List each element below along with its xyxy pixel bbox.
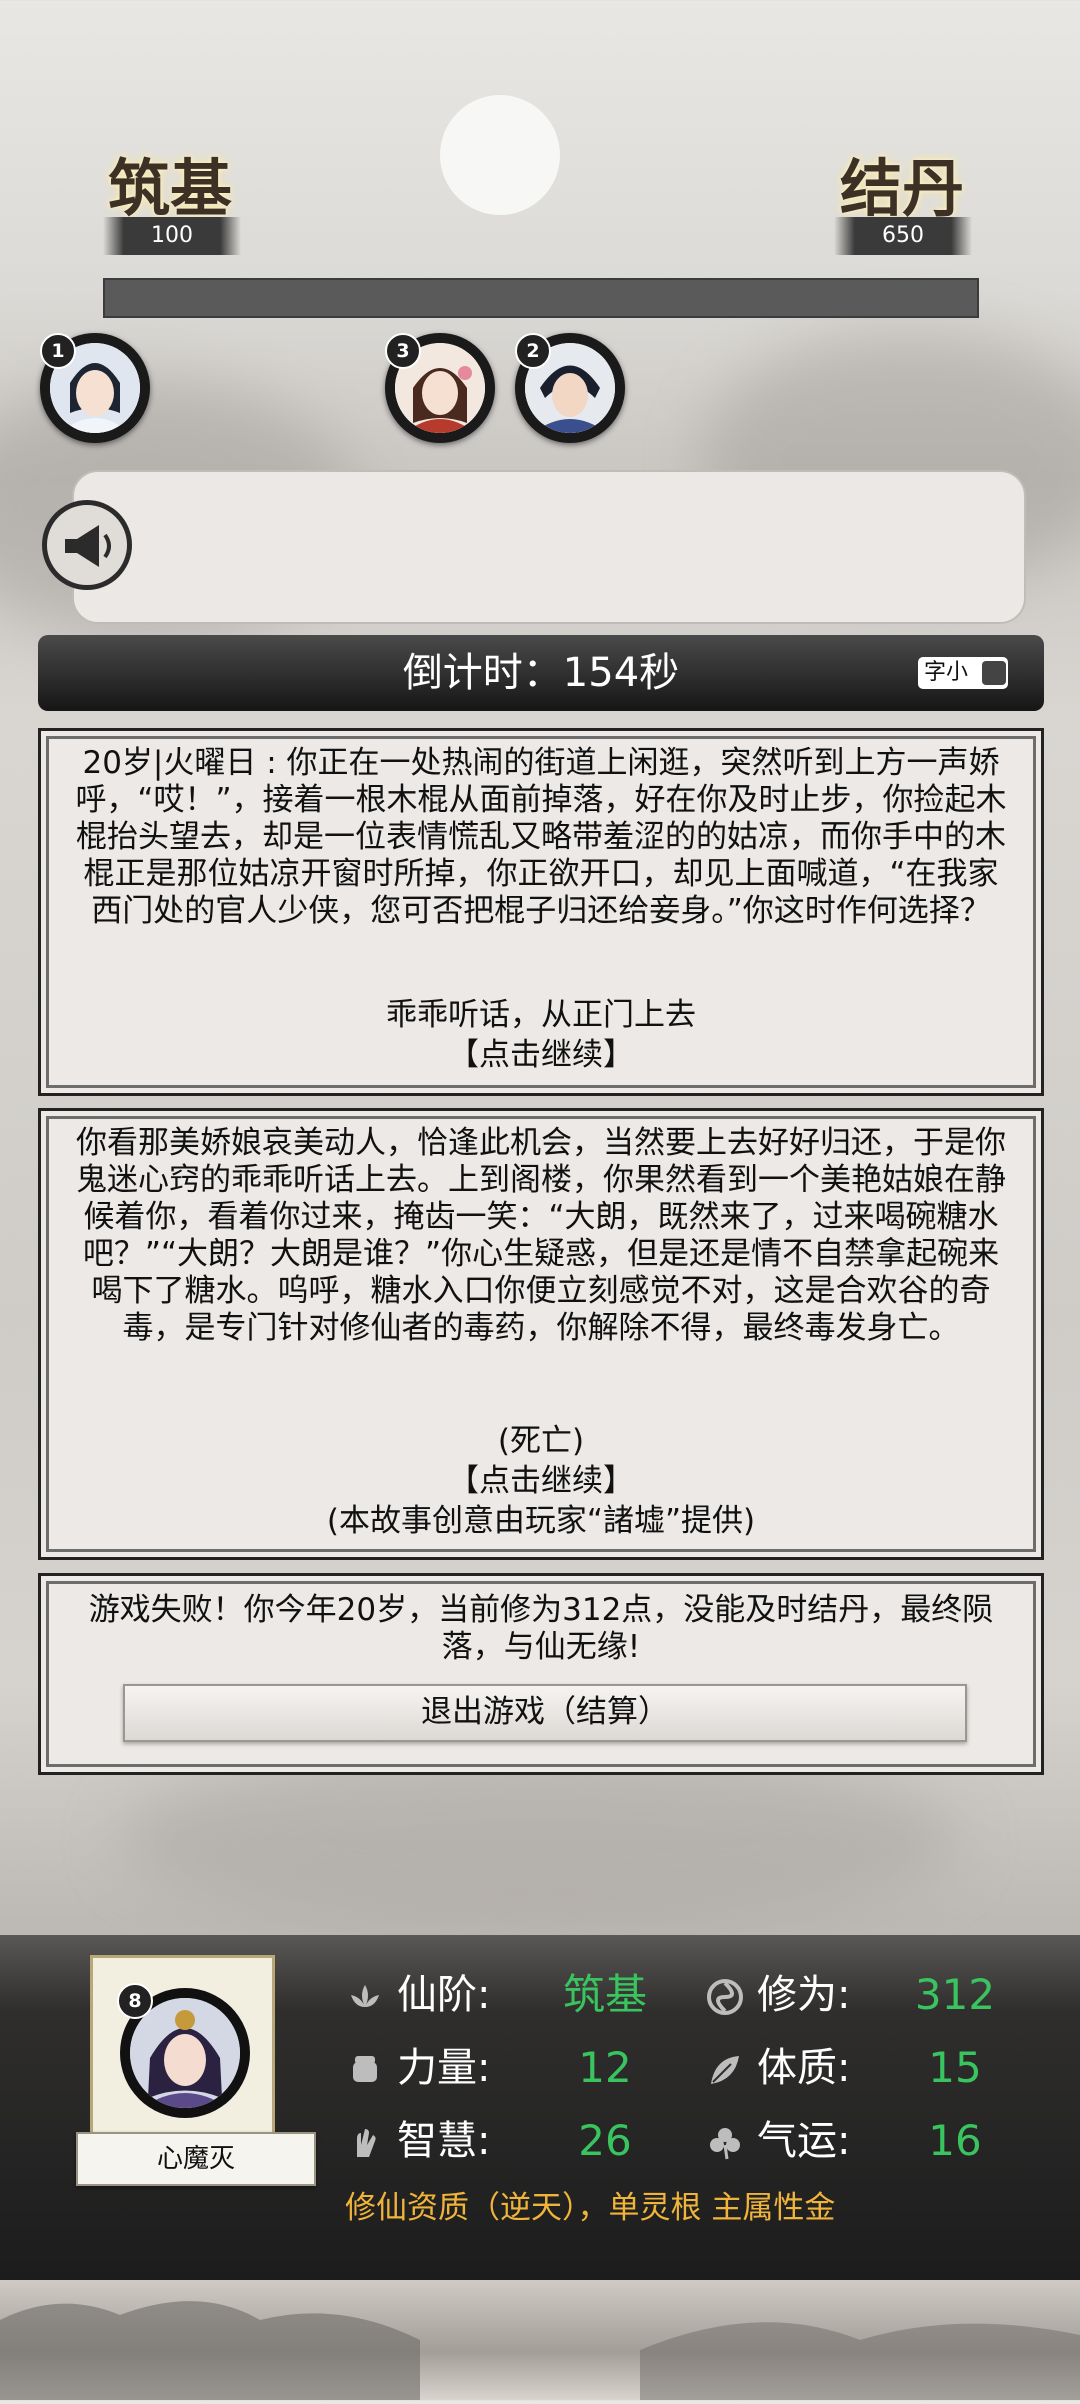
ink-wash bbox=[120, 1750, 960, 1930]
stat-luck: 气运: bbox=[705, 2111, 850, 2171]
stat-constitution-value: 15 bbox=[928, 2043, 982, 2092]
stat-luck-value: 16 bbox=[928, 2116, 982, 2165]
death-note: (死亡) bbox=[497, 1423, 585, 1459]
fist-icon bbox=[353, 2056, 377, 2082]
aptitude-text: 修仙资质（逆天），单灵根 主属性金 bbox=[345, 2190, 836, 2226]
player-rank-badge: 2 bbox=[515, 333, 551, 369]
current-realm-title: 筑基 bbox=[108, 152, 233, 225]
broadcast-message-box bbox=[72, 470, 1026, 624]
stat-strength: 力量: bbox=[345, 2038, 490, 2098]
current-realm-value: 100 bbox=[103, 217, 241, 255]
font-size-toggle-label: 字小 bbox=[924, 660, 969, 685]
event-text: 20岁|火曜日 : 你正在一处热闹的街道上闲逛，突然听到上方一声娇呼，“哎！”，… bbox=[75, 745, 1007, 929]
player-avatar-2[interactable]: 2 bbox=[515, 333, 625, 443]
result-panel[interactable]: 你看那美娇娘哀美动人，恰逢此机会，当然要上去好好归还，于是你鬼迷心窍的乖乖听话上… bbox=[38, 1108, 1044, 1560]
hand-sign-icon bbox=[357, 2129, 376, 2157]
clover-icon bbox=[710, 2128, 740, 2160]
game-over-text: 游戏失败！你今年20岁，当前修为312点，没能及时结丹，最终陨落，与仙无缘! bbox=[88, 1592, 994, 1665]
stat-strength-value: 12 bbox=[578, 2043, 632, 2092]
game-over-panel: 游戏失败！你今年20岁，当前修为312点，没能及时结丹，最终陨落，与仙无缘! 退… bbox=[38, 1573, 1044, 1775]
player-rank-badge: 3 bbox=[385, 333, 421, 369]
leaf-icon bbox=[711, 2056, 739, 2084]
megaphone-icon[interactable] bbox=[42, 500, 132, 590]
stat-realm: 仙阶: bbox=[345, 1965, 490, 2025]
swirl-icon bbox=[707, 1979, 743, 2015]
player-avatar-1[interactable]: 1 bbox=[40, 333, 150, 443]
next-realm-value: 650 bbox=[834, 217, 972, 255]
lotus-icon bbox=[351, 1985, 379, 2007]
character-name: 心魔灭 bbox=[76, 2132, 316, 2186]
continue-link[interactable]: 【点击继续】 bbox=[69, 1037, 1013, 1074]
continue-link[interactable]: 【点击继续】 bbox=[69, 1463, 1013, 1500]
exit-game-button[interactable]: 退出游戏（结算） bbox=[123, 1684, 967, 1742]
stat-constitution: 体质: bbox=[705, 2038, 850, 2098]
event-panel[interactable]: 20岁|火曜日 : 你正在一处热闹的街道上闲逛，突然听到上方一声娇呼，“哎！”，… bbox=[38, 728, 1044, 1096]
player-avatar-3[interactable]: 3 bbox=[385, 333, 495, 443]
toggle-knob bbox=[982, 661, 1006, 685]
countdown-bar: 倒计时：154秒 字小 bbox=[38, 635, 1044, 711]
stat-realm-value: 筑基 bbox=[562, 1970, 647, 2019]
stat-cultivation-value: 312 bbox=[914, 1970, 996, 2019]
stat-wisdom-value: 26 bbox=[578, 2116, 632, 2165]
character-rank-badge: 8 bbox=[117, 1983, 153, 2019]
countdown-text: 倒计时：154秒 bbox=[402, 650, 680, 696]
result-text: 你看那美娇娘哀美动人，恰逢此机会，当然要上去好好归还，于是你鬼迷心窍的乖乖听话上… bbox=[76, 1125, 1006, 1346]
story-credit: (本故事创意由玩家“諸墟”提供) bbox=[326, 1503, 756, 1539]
stat-wisdom: 智慧: bbox=[345, 2111, 490, 2171]
player-rank-badge: 1 bbox=[40, 333, 76, 369]
font-size-toggle[interactable]: 字小 bbox=[918, 657, 1008, 689]
next-realm-title: 结丹 bbox=[840, 152, 965, 225]
cultivation-progress-bar bbox=[103, 278, 979, 318]
mountain-footer bbox=[0, 2280, 1080, 2400]
stat-cultivation: 修为: bbox=[705, 1965, 850, 2025]
selected-choice[interactable]: 乖乖听话，从正门上去 bbox=[69, 997, 1013, 1034]
moon-decoration bbox=[440, 95, 560, 215]
